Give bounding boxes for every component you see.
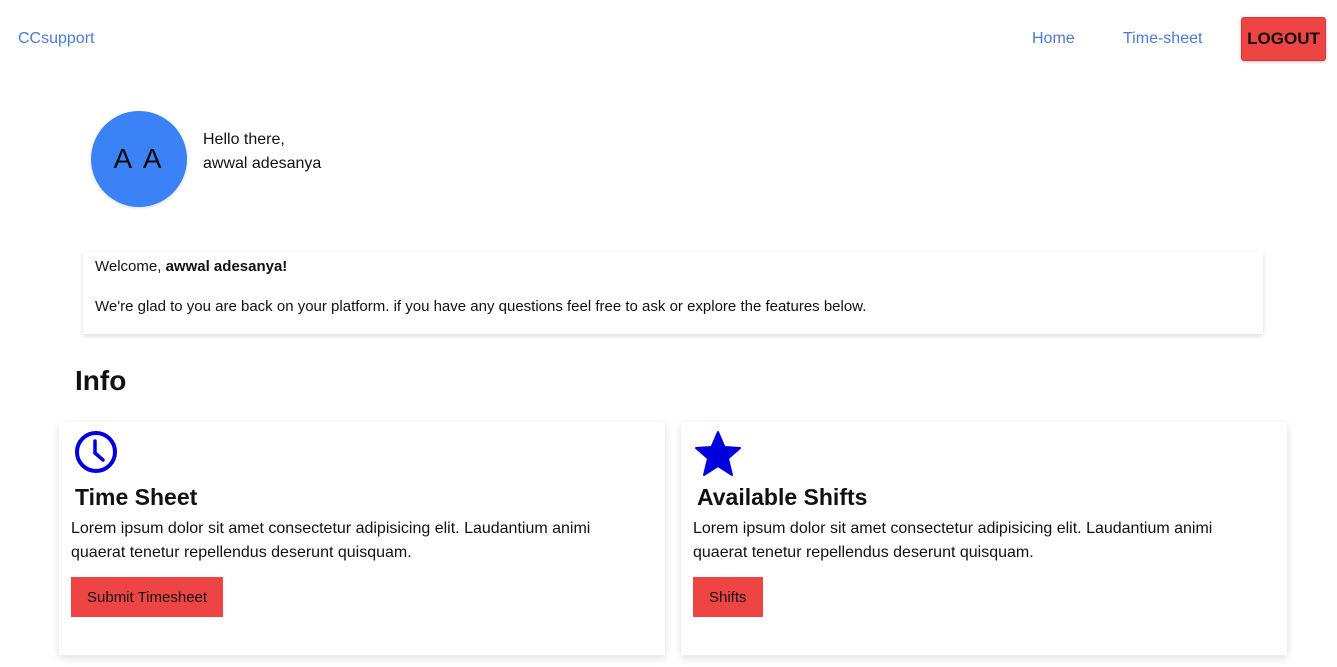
submit-timesheet-button[interactable]: Submit Timesheet	[71, 577, 224, 617]
logout-button[interactable]: LOGOUT	[1241, 17, 1326, 61]
user-name: awwal adesanya	[203, 155, 322, 172]
welcome-message: We're glad to you are back on your platf…	[95, 298, 867, 315]
star-icon	[693, 430, 743, 483]
shifts-button[interactable]: Shifts	[693, 577, 763, 617]
nav-home-link[interactable]: Home	[1032, 29, 1075, 49]
clock-icon	[74, 430, 118, 479]
welcome-name: awwal adesanya!	[165, 258, 288, 275]
greeting-text: Hello there,	[203, 131, 285, 148]
brand-link[interactable]: CCsupport	[18, 29, 94, 49]
welcome-line: Welcome, awwal adesanya!	[95, 258, 287, 276]
welcome-card: Welcome, awwal adesanya! We're glad to y…	[83, 252, 1263, 334]
nav-timesheet-link[interactable]: Time-sheet	[1123, 29, 1202, 49]
avatar: A A	[91, 111, 187, 207]
shifts-card: Available Shifts Lorem ipsum dolor sit a…	[681, 422, 1287, 655]
info-heading: Info	[75, 365, 127, 396]
page: CCsupport Home Time-sheet LOGOUT A A Hel…	[0, 0, 1337, 667]
greeting: Hello there, awwal adesanya	[203, 128, 321, 176]
timesheet-card-title: Time Sheet	[75, 484, 198, 510]
timesheet-card-text: Lorem ipsum dolor sit amet consectetur a…	[71, 520, 591, 561]
shifts-card-text: Lorem ipsum dolor sit amet consectetur a…	[693, 520, 1213, 561]
navbar: CCsupport Home Time-sheet LOGOUT	[0, 0, 1337, 78]
welcome-prefix: Welcome,	[95, 258, 166, 275]
timesheet-card: Time Sheet Lorem ipsum dolor sit amet co…	[59, 422, 665, 655]
shifts-card-title: Available Shifts	[697, 484, 868, 510]
